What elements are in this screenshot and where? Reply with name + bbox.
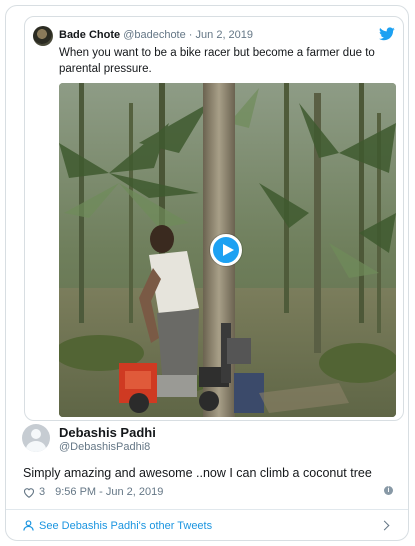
see-other-tweets-label[interactable]: See Debashis Padhi's other Tweets xyxy=(39,520,212,532)
tweet-text: Simply amazing and awesome ..now I can c… xyxy=(23,466,372,480)
timestamp[interactable]: 9:56 PM - Jun 2, 2019 xyxy=(55,486,163,498)
quoted-header: Bade Chote @badechote · Jun 2, 2019 xyxy=(59,29,253,41)
quoted-text: When you want to be a bike racer but bec… xyxy=(59,47,375,75)
tweet-meta: 3 9:56 PM - Jun 2, 2019 xyxy=(23,486,163,498)
quoted-handle[interactable]: @badechote xyxy=(123,29,186,41)
user-icon xyxy=(23,520,34,531)
author-name[interactable]: Debashis Padhi xyxy=(59,425,156,440)
quoted-name[interactable]: Bade Chote xyxy=(59,29,120,41)
quoted-tweet[interactable]: Bade Chote @badechote · Jun 2, 2019 When… xyxy=(24,16,404,421)
embedded-tweet-card: Bade Chote @badechote · Jun 2, 2019 When… xyxy=(5,5,409,541)
quoted-separator: · xyxy=(188,29,193,41)
quoted-date[interactable]: Jun 2, 2019 xyxy=(196,29,254,41)
chevron-right-icon xyxy=(379,520,390,531)
like-count[interactable]: 3 xyxy=(39,486,45,498)
twitter-bird-icon[interactable] xyxy=(379,27,395,41)
author-handle[interactable]: @DebashisPadhi8 xyxy=(59,441,150,453)
quoted-avatar[interactable] xyxy=(33,26,53,46)
avatar[interactable] xyxy=(22,424,50,452)
info-icon[interactable]: i xyxy=(384,486,393,495)
video-thumbnail[interactable] xyxy=(59,83,396,417)
play-button[interactable] xyxy=(210,234,242,266)
heart-icon[interactable] xyxy=(23,487,35,498)
see-other-tweets-link[interactable]: See Debashis Padhi's other Tweets xyxy=(6,510,408,540)
